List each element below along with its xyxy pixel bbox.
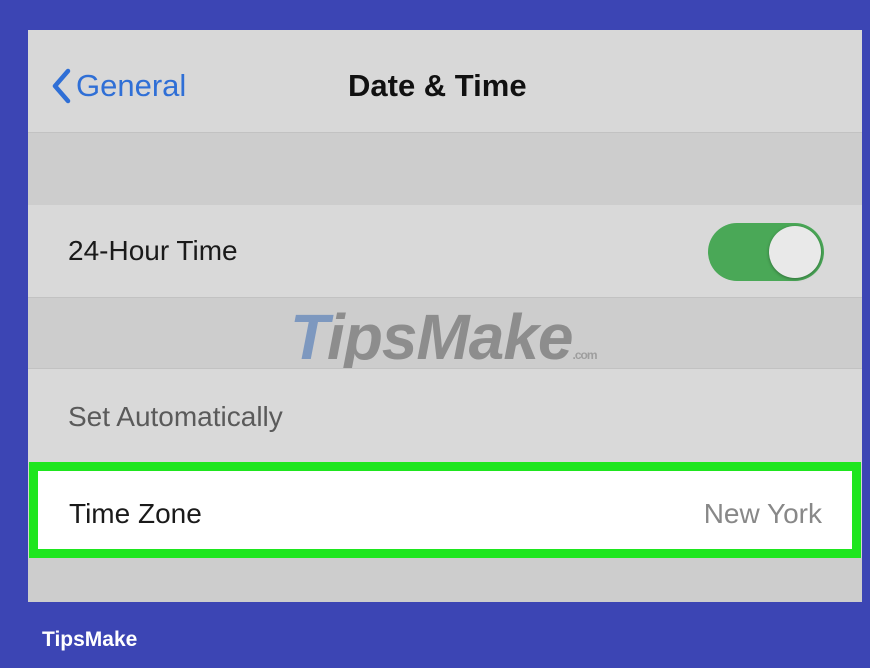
set-automatically-label: Set Automatically — [68, 401, 283, 432]
back-button-label: General — [76, 68, 187, 103]
section-spacer — [28, 558, 862, 602]
time-zone-row[interactable]: Time Zone New York — [29, 462, 861, 558]
hour24-label: 24-Hour Time — [68, 235, 238, 266]
section-spacer — [28, 133, 862, 205]
toggle-knob — [769, 226, 821, 278]
brand-label: TipsMake — [42, 628, 138, 651]
back-button[interactable]: General — [50, 66, 186, 106]
time-zone-value: New York — [703, 498, 822, 529]
hour24-toggle[interactable] — [708, 223, 824, 281]
navigation-bar: General Date & Time — [28, 30, 862, 133]
page-title: Date & Time — [348, 68, 527, 103]
set-automatically-row[interactable]: Set Automatically — [28, 368, 862, 463]
chevron-left-icon — [52, 68, 71, 104]
watermark-logo: TipsMake.com — [290, 301, 598, 373]
settings-screen: General Date & Time 24-Hour Time TipsMak… — [28, 30, 862, 602]
hour24-row: 24-Hour Time — [28, 205, 862, 298]
time-zone-label: Time Zone — [69, 498, 202, 529]
